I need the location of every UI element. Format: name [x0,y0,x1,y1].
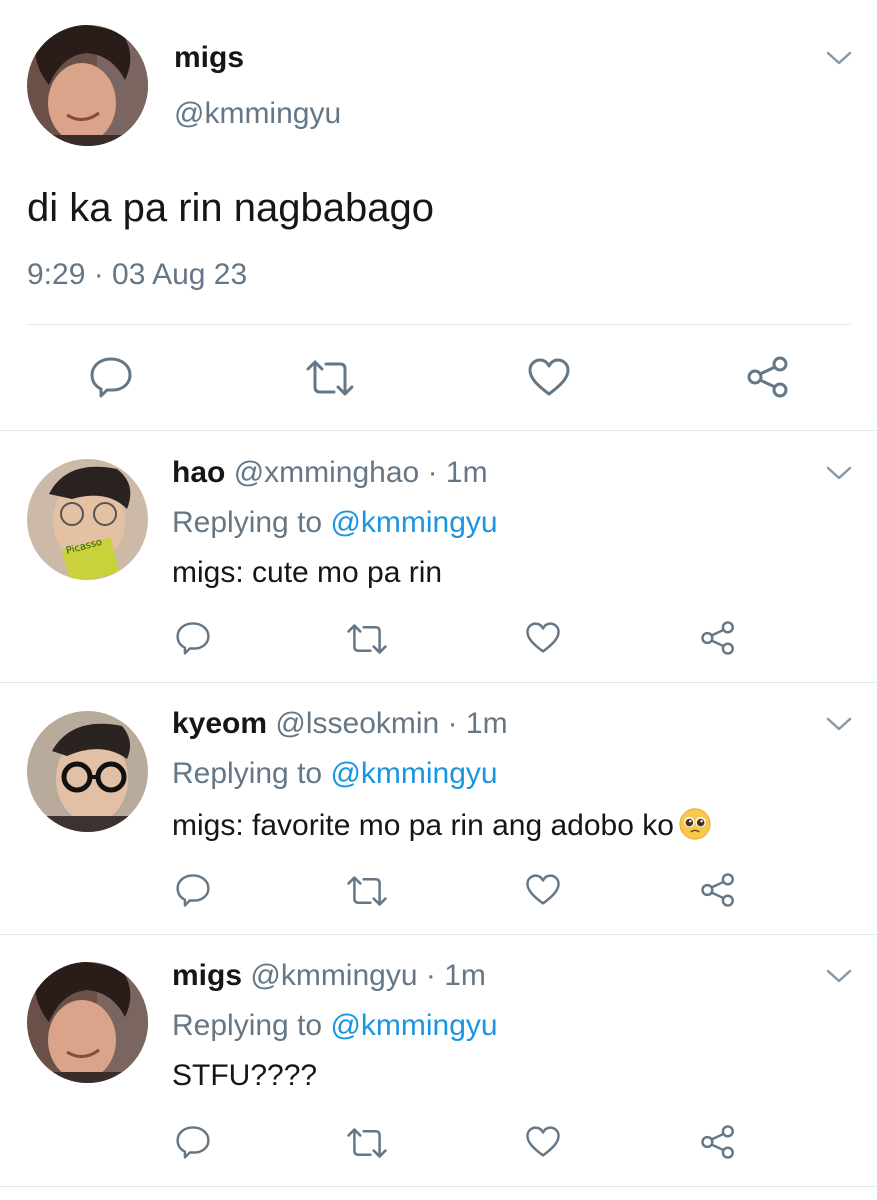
reply-time[interactable]: 1m [446,456,488,489]
reply-time[interactable]: 1m [466,707,508,740]
divider [0,1186,877,1187]
reply-header: hao @xmminghao · 1m [172,456,488,490]
reply-text: migs: cute mo pa rin [172,556,443,589]
reply-icon[interactable] [175,873,211,907]
replying-to: Replying to @kmmingyu [172,757,498,791]
reply-icon[interactable] [175,621,211,655]
reply-avatar[interactable]: Picasso [27,459,148,580]
reply-author-handle[interactable]: @kmmingyu [250,959,417,992]
reply-avatar[interactable] [27,711,148,832]
replying-to: Replying to @kmmingyu [172,506,498,540]
reply-author-handle[interactable]: @lsseokmin [275,707,439,740]
main-author-handle[interactable]: @kmmingyu [174,97,341,131]
reply-header: migs @kmmingyu · 1m [172,959,486,993]
like-icon[interactable] [525,621,561,654]
reply-icon[interactable] [89,356,133,398]
main-tweet-timestamp[interactable]: 9:29 · 03 Aug 23 [27,258,247,292]
retweet-icon[interactable] [305,359,355,397]
separator: · [447,707,458,740]
reply-text: migs: favorite mo pa rin ang adobo ko [172,809,674,842]
main-author-name[interactable]: migs [174,41,244,75]
retweet-icon[interactable] [346,623,388,655]
pleading-face-emoji [679,808,711,840]
retweet-icon[interactable] [346,875,388,907]
share-icon[interactable] [700,872,736,908]
replying-to-label: Replying to [172,1009,331,1042]
main-avatar[interactable] [27,25,148,146]
chevron-down-icon[interactable] [826,50,852,66]
chevron-down-icon[interactable] [826,465,852,481]
share-icon[interactable] [700,620,736,656]
replying-to: Replying to @kmmingyu [172,1009,498,1043]
reply-header: kyeom @lsseokmin · 1m [172,707,508,741]
chevron-down-icon[interactable] [826,968,852,984]
replying-to-link[interactable]: @kmmingyu [330,1009,497,1042]
chevron-down-icon[interactable] [826,716,852,732]
divider [0,682,877,683]
replying-to-link[interactable]: @kmmingyu [330,757,497,790]
reply-text: STFU???? [172,1059,318,1092]
divider [0,430,877,431]
reply-author-name[interactable]: kyeom [172,707,267,740]
replying-to-label: Replying to [172,506,331,539]
reply-avatar[interactable] [27,962,148,1083]
replying-to-label: Replying to [172,757,331,790]
reply-icon[interactable] [175,1125,211,1159]
separator: · [425,959,436,992]
divider [0,934,877,935]
separator: · [427,456,438,489]
replying-to-link[interactable]: @kmmingyu [330,506,497,539]
reply-author-name[interactable]: hao [172,456,225,489]
reply-author-handle[interactable]: @xmminghao [234,456,420,489]
reply-text-row: migs: favorite mo pa rin ang adobo ko [172,807,712,843]
like-icon[interactable] [525,1125,561,1158]
divider [27,324,851,325]
reply-time[interactable]: 1m [444,959,486,992]
like-icon[interactable] [527,357,571,397]
like-icon[interactable] [525,873,561,906]
reply-author-name[interactable]: migs [172,959,242,992]
retweet-icon[interactable] [346,1127,388,1159]
share-icon[interactable] [746,355,790,399]
main-tweet-text: di ka pa rin nagbabago [27,186,434,230]
share-icon[interactable] [700,1124,736,1160]
